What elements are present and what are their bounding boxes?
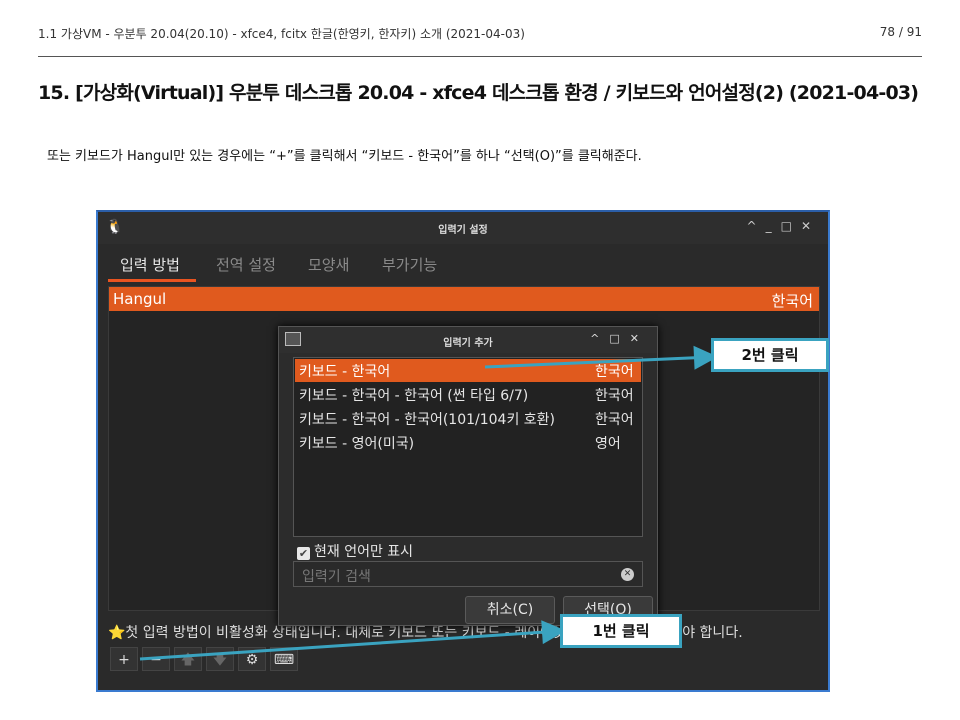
checkbox-label: 현재 언어만 표시 (314, 544, 414, 560)
page-header: 1.1 가상VM - 우분투 20.04(20.10) - xfce4, fci… (38, 25, 922, 45)
search-placeholder: 입력기 검색 (302, 569, 371, 585)
list-item[interactable]: 키보드 - 한국어 한국어 (295, 359, 641, 382)
remove-button[interactable]: − (142, 647, 170, 671)
step-1-callout: 1번 클릭 (560, 614, 682, 648)
gear-icon[interactable]: ⚙ (238, 647, 266, 671)
add-input-method-dialog: 입력기 추가 ^□✕ 키보드 - 한국어 한국어 키보드 - 한국어 - 한국어… (278, 326, 658, 626)
list-item[interactable]: 키보드 - 영어(미국) 영어 (295, 431, 641, 454)
list-item[interactable]: Hangul 한국어 (109, 287, 819, 311)
document-title-header: 1.1 가상VM - 우분투 20.04(20.10) - xfce4, fci… (38, 27, 525, 41)
item-lang: 영어 (595, 436, 621, 452)
move-down-icon[interactable]: 🡇 (206, 647, 234, 671)
keyboard-layout-icon[interactable]: ⌨ (270, 647, 298, 671)
active-tab-indicator (108, 279, 196, 282)
checkmark-icon: ✔ (297, 547, 310, 560)
list-item[interactable]: 키보드 - 한국어 - 한국어(101/104키 호환) 한국어 (295, 407, 641, 430)
page-number: 78 / 91 (879, 25, 922, 39)
window-titlebar: 🐧 입력기 설정 ^_□✕ (98, 212, 828, 244)
page-title: 15. [가상화(Virtual)] 우분투 데스크톱 20.04 - xfce… (38, 82, 919, 104)
step-2-callout: 2번 클릭 (711, 338, 829, 372)
item-name: 키보드 - 영어(미국) (299, 436, 415, 452)
item-lang: 한국어 (595, 364, 634, 380)
item-lang: 한국어 (595, 388, 634, 404)
tab-addons[interactable]: 부가기능 (382, 254, 437, 275)
tab-input-method[interactable]: 입력 방법 (120, 254, 180, 275)
cancel-button[interactable]: 취소(C) (465, 596, 555, 624)
move-up-icon[interactable]: 🡅 (174, 647, 202, 671)
intro-text: 또는 키보드가 Hangul만 있는 경우에는 “+”를 클릭해서 “키보드 -… (47, 149, 642, 164)
screenshot: 🐧 입력기 설정 ^_□✕ 입력 방법 전역 설정 모양새 부가기능 Hangu… (96, 210, 830, 692)
item-lang: 한국어 (595, 412, 634, 428)
item-name: 키보드 - 한국어 - 한국어 (썬 타입 6/7) (299, 388, 529, 404)
list-toolbar: + − 🡅 🡇 ⚙ ⌨ (110, 645, 310, 673)
dialog-controls[interactable]: ^□✕ (590, 332, 649, 345)
window-controls[interactable]: ^_□✕ (747, 219, 820, 233)
item-name: 키보드 - 한국어 (299, 364, 391, 380)
add-button[interactable]: + (110, 647, 138, 671)
input-method-lang: 한국어 (771, 292, 813, 310)
tab-appearance[interactable]: 모양새 (308, 254, 349, 275)
header-divider (38, 56, 922, 57)
input-method-name: Hangul (113, 290, 167, 308)
dialog-titlebar: 입력기 추가 ^□✕ (279, 327, 657, 353)
tab-global-settings[interactable]: 전역 설정 (216, 254, 276, 275)
clear-icon[interactable]: ✕ (621, 568, 634, 581)
window-title: 입력기 설정 (438, 225, 488, 236)
item-name: 키보드 - 한국어 - 한국어(101/104키 호환) (299, 412, 555, 428)
current-language-only-checkbox[interactable]: ✔ 현재 언어만 표시 (297, 541, 413, 561)
list-item[interactable]: 키보드 - 한국어 - 한국어 (썬 타입 6/7) 한국어 (295, 383, 641, 406)
available-input-method-list: 키보드 - 한국어 한국어 키보드 - 한국어 - 한국어 (썬 타입 6/7)… (293, 357, 643, 537)
search-input[interactable]: 입력기 검색 ✕ (293, 561, 643, 587)
